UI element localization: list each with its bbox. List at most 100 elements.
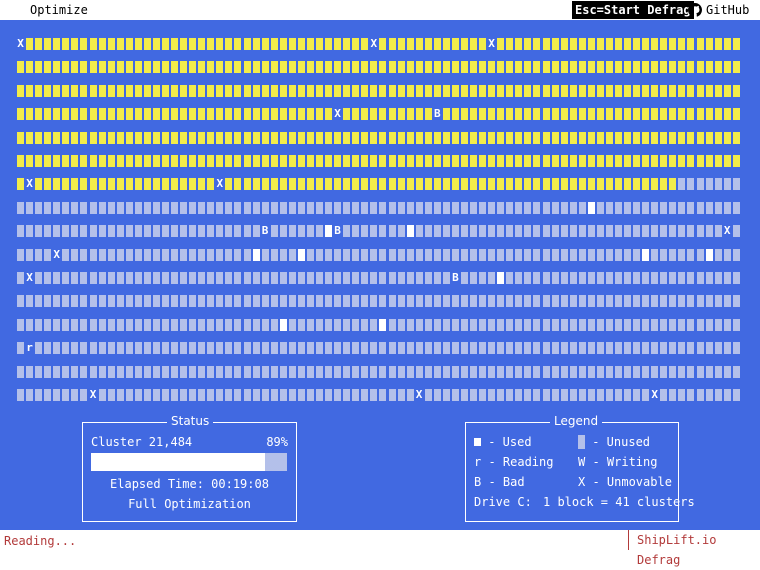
used-block — [506, 38, 514, 50]
unused-block — [134, 295, 142, 308]
used-block — [334, 155, 342, 167]
start-defrag-button[interactable]: Esc=Start Defrag — [572, 1, 694, 19]
used-block — [225, 108, 233, 121]
unused-block — [479, 389, 487, 401]
unused-block — [397, 225, 405, 238]
unused-block — [406, 342, 414, 355]
used-block — [53, 108, 61, 121]
used-block — [207, 178, 215, 191]
used-block — [660, 38, 668, 50]
used-block — [62, 155, 70, 167]
used-block — [624, 38, 631, 50]
github-link[interactable]: GitHub — [688, 2, 749, 18]
used-block — [44, 84, 52, 97]
unused-block — [26, 295, 34, 308]
unused-block — [705, 389, 713, 401]
unused-block — [551, 248, 559, 261]
unused-block — [633, 342, 641, 355]
unused-block — [732, 248, 740, 261]
unused-block — [406, 295, 414, 308]
unused-block — [705, 318, 713, 331]
unused-block — [243, 272, 251, 284]
used-block — [524, 84, 532, 97]
progress-fill — [91, 453, 266, 471]
used-block — [587, 201, 595, 214]
unused-block — [424, 272, 432, 284]
unused-block — [569, 272, 577, 284]
unused-block — [633, 295, 641, 308]
used-block — [62, 84, 70, 97]
used-block — [343, 131, 351, 144]
brand-label: ShipLift.io Defrag — [628, 530, 760, 567]
used-block — [470, 131, 477, 144]
unused-block — [442, 389, 450, 401]
unused-block — [216, 248, 224, 261]
menu-optimize[interactable]: Optimize — [30, 3, 88, 17]
unused-block — [334, 389, 342, 401]
used-block — [551, 131, 559, 144]
used-block — [723, 61, 731, 74]
used-block — [325, 84, 332, 97]
unused-block — [705, 201, 713, 214]
unused-block — [615, 295, 622, 308]
unmovable-block: X — [26, 177, 33, 191]
unused-block — [515, 225, 523, 238]
unused-block — [53, 342, 61, 355]
used-block — [388, 38, 396, 50]
used-block — [415, 178, 423, 191]
unused-block — [723, 389, 731, 401]
unused-block — [171, 295, 178, 308]
used-block — [542, 178, 550, 191]
unused-block — [560, 201, 568, 214]
used-block — [243, 61, 251, 74]
legend-reading: r - Reading — [474, 455, 554, 469]
used-block — [134, 155, 142, 167]
used-block — [388, 155, 396, 167]
unused-block — [687, 201, 695, 214]
used-block — [279, 318, 287, 331]
unused-block — [470, 389, 477, 401]
unused-block — [80, 201, 88, 214]
used-block — [216, 108, 224, 121]
used-block — [479, 131, 487, 144]
unused-block — [451, 248, 459, 261]
unused-block — [116, 201, 124, 214]
used-block — [479, 155, 487, 167]
used-block — [171, 155, 178, 167]
unused-block — [180, 201, 188, 214]
used-block — [624, 155, 631, 167]
used-block — [388, 131, 396, 144]
unused-block — [152, 365, 160, 378]
used-block — [379, 131, 387, 144]
unused-block — [35, 272, 43, 284]
unused-block — [569, 295, 577, 308]
used-block — [134, 84, 142, 97]
unused-block — [316, 295, 323, 308]
unused-block — [433, 295, 441, 308]
menu-bar: Optimize Esc=Start Defrag GitHub — [0, 0, 760, 20]
used-block — [80, 108, 88, 121]
unused-block — [723, 272, 731, 284]
unused-block — [479, 201, 487, 214]
unused-block — [116, 295, 124, 308]
used-block — [533, 131, 541, 144]
unused-block — [678, 272, 686, 284]
unused-block — [460, 365, 468, 378]
used-block — [361, 84, 369, 97]
used-block — [325, 108, 332, 121]
unused-block — [633, 201, 641, 214]
used-block — [515, 155, 523, 167]
used-block — [660, 84, 668, 97]
unused-block — [651, 318, 659, 331]
unused-block — [714, 201, 722, 214]
unused-block — [35, 295, 43, 308]
unused-block — [89, 225, 97, 238]
used-block — [325, 155, 332, 167]
unused-block — [406, 272, 414, 284]
unused-block — [325, 272, 332, 284]
unused-block — [587, 225, 595, 238]
unused-block — [44, 272, 52, 284]
used-block — [406, 108, 414, 121]
unused-block — [243, 342, 251, 355]
unused-block — [542, 365, 550, 378]
